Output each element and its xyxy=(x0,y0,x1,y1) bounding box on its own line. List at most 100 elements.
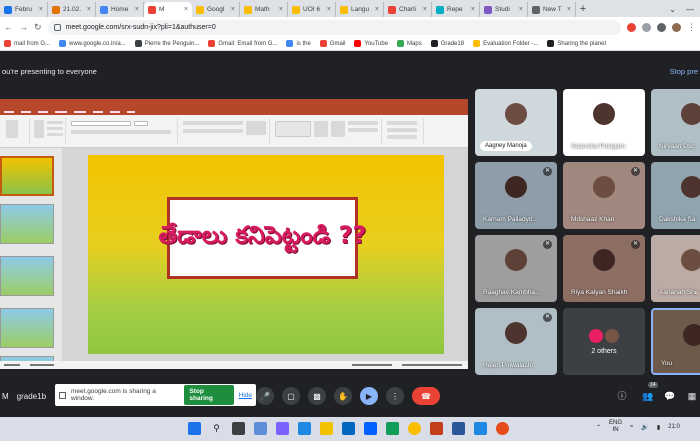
participant-tile[interactable]: Dakshika Sa✕ xyxy=(651,162,700,229)
close-icon[interactable]: × xyxy=(39,6,43,13)
word-icon[interactable] xyxy=(452,422,465,435)
profile-avatar[interactable] xyxy=(672,22,681,32)
bookmark-item[interactable]: Evaluation Folder -... xyxy=(473,40,538,47)
bookmark-item[interactable]: Grade18 xyxy=(430,40,464,47)
volume-icon[interactable]: 🔊 xyxy=(641,424,648,431)
reload-icon[interactable]: ↻ xyxy=(34,22,42,33)
present-screen-icon[interactable]: ▶ xyxy=(360,387,378,405)
close-icon[interactable]: × xyxy=(135,6,139,13)
participant-video xyxy=(505,249,527,271)
calendar-icon[interactable] xyxy=(386,422,399,435)
language-indicator[interactable]: ENG IN xyxy=(609,420,622,434)
close-icon[interactable]: × xyxy=(567,6,571,13)
slide-thumbnail[interactable] xyxy=(0,256,54,296)
participant-tile[interactable]: Nirvaan Dsc xyxy=(651,89,700,156)
end-call-icon[interactable]: ☎ xyxy=(412,387,440,405)
camera-icon[interactable] xyxy=(627,22,636,32)
stop-sharing-button[interactable]: Stop sharing xyxy=(184,385,234,405)
close-icon[interactable]: × xyxy=(184,6,188,13)
bookmark-favicon-icon xyxy=(59,40,67,47)
close-icon[interactable]: × xyxy=(327,6,331,13)
close-icon[interactable]: × xyxy=(87,6,91,13)
close-icon[interactable]: × xyxy=(471,6,475,13)
activities-icon[interactable]: ▦ xyxy=(684,388,700,404)
participant-tile[interactable]: Mdshaaz Khan ✕ xyxy=(563,162,645,229)
participant-tile[interactable]: Helen Pinwalashi ✕ xyxy=(475,308,557,375)
bookmark-item[interactable]: YouTube xyxy=(354,40,388,47)
bookmark-item[interactable]: www.google.co.in/a... xyxy=(59,40,126,47)
browser-tab[interactable]: Repe × xyxy=(432,2,480,17)
minimize-icon[interactable]: — xyxy=(686,5,694,14)
battery-icon[interactable]: ▮ xyxy=(657,424,660,431)
browser-tab[interactable]: Langu × xyxy=(336,2,384,17)
wifi-icon[interactable]: ≈ xyxy=(630,424,633,430)
app-icon[interactable] xyxy=(474,422,487,435)
back-icon[interactable]: ← xyxy=(4,22,13,32)
people-icon[interactable]: 👥 xyxy=(640,388,656,404)
browser-tab[interactable]: Math × xyxy=(240,2,288,17)
info-icon[interactable]: ⓘ xyxy=(614,388,630,404)
stop-presenting-button[interactable]: Stop pre xyxy=(670,67,698,76)
search-icon[interactable]: ⚲ xyxy=(210,422,223,435)
file-explorer-icon[interactable] xyxy=(320,422,333,435)
task-view-icon[interactable] xyxy=(232,422,245,435)
participant-tile[interactable]: Raaghav Kambha... ✕ xyxy=(475,235,557,302)
more-options-icon[interactable]: ⋮ xyxy=(386,387,404,405)
browser-tab[interactable]: Febru × xyxy=(0,2,48,17)
bookmark-item[interactable]: Gmail: Email from G... xyxy=(208,40,277,47)
menu-icon[interactable]: ⋮ xyxy=(687,22,696,33)
browser-tab[interactable]: Charli × xyxy=(384,2,432,17)
widgets-icon[interactable] xyxy=(254,422,267,435)
close-icon[interactable]: × xyxy=(279,6,283,13)
browser-tab[interactable]: M × xyxy=(144,2,192,17)
bookmark-item[interactable]: mail from G... xyxy=(4,40,50,47)
slide-thumbnail[interactable] xyxy=(0,308,54,348)
browser-tab[interactable]: Googl × xyxy=(192,2,240,17)
participant-tile[interactable]: 2 others xyxy=(563,308,645,375)
participant-tile[interactable]: Riya Kalyan Shaikh ✕ xyxy=(563,235,645,302)
browser-tab[interactable]: Studi × xyxy=(480,2,528,17)
participant-tile[interactable]: Aananah She✕ xyxy=(651,235,700,302)
windows-start-icon[interactable] xyxy=(188,422,201,435)
edge-icon[interactable] xyxy=(298,422,311,435)
raise-hand-icon[interactable]: ✋ xyxy=(334,387,352,405)
bookmark-item[interactable]: Pierre the Penguin... xyxy=(134,40,199,47)
close-icon[interactable]: × xyxy=(423,6,427,13)
captions-icon[interactable]: ▩ xyxy=(308,387,326,405)
bookmark-item[interactable]: Maps xyxy=(397,40,422,47)
participant-tile[interactable]: Karnam Palladyd... ✕ xyxy=(475,162,557,229)
close-icon[interactable]: × xyxy=(375,6,379,13)
mic-icon[interactable]: 🎤 xyxy=(256,387,274,405)
teams-icon[interactable] xyxy=(276,422,289,435)
new-tab-button[interactable]: + xyxy=(576,2,590,17)
browser-tab[interactable]: New T × xyxy=(528,2,576,17)
extensions-icon[interactable] xyxy=(657,22,666,32)
slide-thumbnail[interactable] xyxy=(0,204,54,244)
browser-tab[interactable]: 21.02. × xyxy=(48,2,96,17)
address-input[interactable]: meet.google.com/srx-sudn-jix?pli=1&authu… xyxy=(47,19,621,35)
star-icon[interactable] xyxy=(642,22,651,32)
hide-button[interactable]: Hide xyxy=(239,392,252,399)
chat-icon[interactable]: 💬 xyxy=(662,388,678,404)
participant-tile[interactable]: Aagney Manoja xyxy=(475,89,557,156)
participant-tile[interactable]: Saanvika Pulagam xyxy=(563,89,645,156)
app-icon[interactable] xyxy=(496,422,509,435)
chevron-down-icon[interactable]: ⌄ xyxy=(669,5,676,14)
forward-icon[interactable]: → xyxy=(19,22,28,32)
powerpoint-icon[interactable] xyxy=(430,422,443,435)
browser-tab[interactable]: Home × xyxy=(96,2,144,17)
close-icon[interactable]: × xyxy=(231,6,235,13)
clock[interactable]: 21:0 xyxy=(668,424,680,430)
chevron-up-icon[interactable]: ⌃ xyxy=(596,424,601,431)
slide-thumbnail[interactable] xyxy=(0,156,54,196)
store-icon[interactable] xyxy=(342,422,355,435)
browser-tab[interactable]: UOI 6 × xyxy=(288,2,336,17)
chrome-icon[interactable] xyxy=(408,422,421,435)
bookmark-item[interactable]: is the xyxy=(286,40,311,47)
close-icon[interactable]: × xyxy=(519,6,523,13)
camera-toggle-icon[interactable]: ▢ xyxy=(282,387,300,405)
dropbox-icon[interactable] xyxy=(364,422,377,435)
bookmark-item[interactable]: Gmail xyxy=(319,40,345,47)
bookmark-item[interactable]: Sharing the planet xyxy=(547,40,606,47)
participant-tile[interactable]: You xyxy=(651,308,700,375)
